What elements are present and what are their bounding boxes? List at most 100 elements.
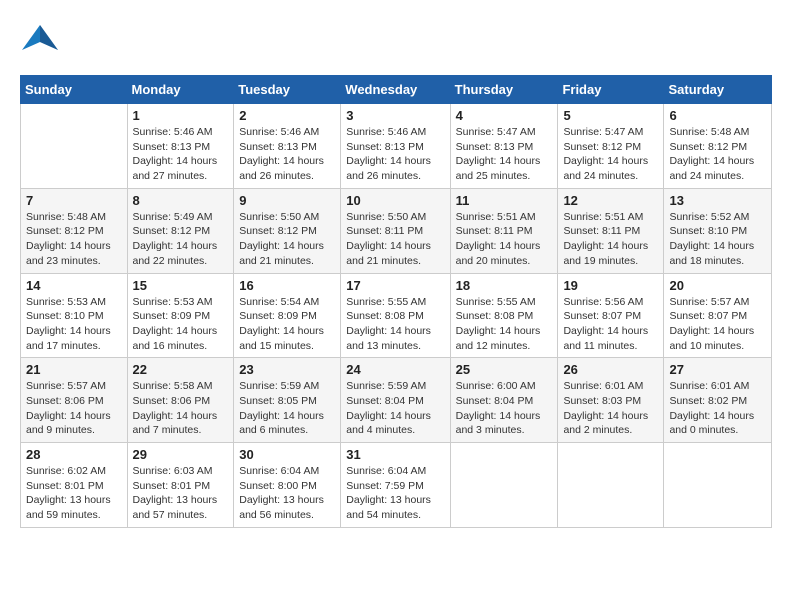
calendar-cell: 8Sunrise: 5:49 AMSunset: 8:12 PMDaylight… (127, 188, 234, 273)
page-header (20, 20, 772, 65)
day-info: Sunrise: 6:02 AMSunset: 8:01 PMDaylight:… (26, 464, 122, 523)
day-info: Sunrise: 6:03 AMSunset: 8:01 PMDaylight:… (133, 464, 229, 523)
day-info: Sunrise: 5:51 AMSunset: 8:11 PMDaylight:… (456, 210, 553, 269)
day-info: Sunrise: 5:48 AMSunset: 8:12 PMDaylight:… (26, 210, 122, 269)
calendar-header-tuesday: Tuesday (234, 76, 341, 104)
calendar-cell: 7 Sunrise: 5:48 AMSunset: 8:12 PMDaylight… (21, 188, 128, 273)
calendar-cell: 19 Sunrise: 5:56 AMSunset: 8:07 PMDayligh… (558, 273, 664, 358)
day-number: 12 (563, 193, 658, 208)
calendar-cell: 17 Sunrise: 5:55 AMSunset: 8:08 PMDayligh… (341, 273, 450, 358)
day-info: Sunrise: 5:57 AMSunset: 8:07 PMDaylight:… (669, 295, 766, 354)
day-info: Sunrise: 5:55 AMSunset: 8:08 PMDaylight:… (346, 295, 444, 354)
calendar-cell: 1 Sunrise: 5:46 AMSunset: 8:13 PMDaylight… (127, 104, 234, 189)
day-info: Sunrise: 6:04 AMSunset: 8:00 PMDaylight:… (239, 464, 335, 523)
day-info: Sunrise: 6:04 AMSunset: 7:59 PMDaylight:… (346, 464, 444, 523)
day-info: Sunrise: 5:50 AMSunset: 8:11 PMDaylight:… (346, 210, 444, 269)
calendar-cell: 29 Sunrise: 6:03 AMSunset: 8:01 PMDayligh… (127, 443, 234, 528)
day-number: 20 (669, 278, 766, 293)
calendar-cell: 5Sunrise: 5:47 AMSunset: 8:12 PMDaylight… (558, 104, 664, 189)
day-number: 7 (26, 193, 122, 208)
day-info: Sunrise: 5:46 AMSunset: 8:13 PMDaylight:… (239, 125, 335, 184)
day-info: Sunrise: 5:59 AMSunset: 8:05 PMDaylight:… (239, 379, 335, 438)
day-number: 13 (669, 193, 766, 208)
calendar-cell: 2 Sunrise: 5:46 AMSunset: 8:13 PMDaylight… (234, 104, 341, 189)
calendar-cell: 3 Sunrise: 5:46 AMSunset: 8:13 PMDaylight… (341, 104, 450, 189)
day-info: Sunrise: 6:01 AMSunset: 8:03 PMDaylight:… (563, 379, 658, 438)
day-number: 9 (239, 193, 335, 208)
calendar-week-row: 28 Sunrise: 6:02 AMSunset: 8:01 PMDayligh… (21, 443, 772, 528)
day-info: Sunrise: 5:46 AMSunset: 8:13 PMDaylight:… (346, 125, 444, 184)
logo-icon (20, 20, 60, 65)
day-number: 1 (133, 108, 229, 123)
day-number: 3 (346, 108, 444, 123)
day-number: 31 (346, 447, 444, 462)
day-info: Sunrise: 5:51 AMSunset: 8:11 PMDaylight:… (563, 210, 658, 269)
calendar-cell (21, 104, 128, 189)
day-number: 4 (456, 108, 553, 123)
calendar-header-sunday: Sunday (21, 76, 128, 104)
day-number: 17 (346, 278, 444, 293)
day-number: 19 (563, 278, 658, 293)
day-number: 26 (563, 362, 658, 377)
calendar-cell: 31 Sunrise: 6:04 AMSunset: 7:59 PMDayligh… (341, 443, 450, 528)
day-info: Sunrise: 5:57 AMSunset: 8:06 PMDaylight:… (26, 379, 122, 438)
calendar-cell: 10 Sunrise: 5:50 AMSunset: 8:11 PMDayligh… (341, 188, 450, 273)
calendar-header-friday: Friday (558, 76, 664, 104)
calendar-cell: 16Sunrise: 5:54 AMSunset: 8:09 PMDayligh… (234, 273, 341, 358)
day-number: 22 (133, 362, 229, 377)
day-info: Sunrise: 6:01 AMSunset: 8:02 PMDaylight:… (669, 379, 766, 438)
calendar-header-thursday: Thursday (450, 76, 558, 104)
day-number: 10 (346, 193, 444, 208)
calendar-cell: 22Sunrise: 5:58 AMSunset: 8:06 PMDayligh… (127, 358, 234, 443)
day-number: 18 (456, 278, 553, 293)
day-info: Sunrise: 5:56 AMSunset: 8:07 PMDaylight:… (563, 295, 658, 354)
calendar-cell: 9 Sunrise: 5:50 AMSunset: 8:12 PMDaylight… (234, 188, 341, 273)
day-number: 25 (456, 362, 553, 377)
calendar-cell: 11 Sunrise: 5:51 AMSunset: 8:11 PMDayligh… (450, 188, 558, 273)
day-number: 8 (133, 193, 229, 208)
day-info: Sunrise: 5:53 AMSunset: 8:10 PMDaylight:… (26, 295, 122, 354)
day-number: 24 (346, 362, 444, 377)
calendar-week-row: 1 Sunrise: 5:46 AMSunset: 8:13 PMDaylight… (21, 104, 772, 189)
calendar-cell: 15 Sunrise: 5:53 AMSunset: 8:09 PMDayligh… (127, 273, 234, 358)
day-number: 5 (563, 108, 658, 123)
calendar-header-saturday: Saturday (664, 76, 772, 104)
day-info: Sunrise: 5:52 AMSunset: 8:10 PMDaylight:… (669, 210, 766, 269)
calendar-table: SundayMondayTuesdayWednesdayThursdayFrid… (20, 75, 772, 528)
calendar-week-row: 14 Sunrise: 5:53 AMSunset: 8:10 PMDayligh… (21, 273, 772, 358)
day-number: 30 (239, 447, 335, 462)
calendar-cell: 27 Sunrise: 6:01 AMSunset: 8:02 PMDayligh… (664, 358, 772, 443)
calendar-header-wednesday: Wednesday (341, 76, 450, 104)
calendar-week-row: 7 Sunrise: 5:48 AMSunset: 8:12 PMDaylight… (21, 188, 772, 273)
calendar-cell: 24 Sunrise: 5:59 AMSunset: 8:04 PMDayligh… (341, 358, 450, 443)
day-number: 2 (239, 108, 335, 123)
day-info: Sunrise: 5:50 AMSunset: 8:12 PMDaylight:… (239, 210, 335, 269)
calendar-cell (450, 443, 558, 528)
calendar-cell (558, 443, 664, 528)
calendar-week-row: 21Sunrise: 5:57 AMSunset: 8:06 PMDayligh… (21, 358, 772, 443)
calendar-cell: 26 Sunrise: 6:01 AMSunset: 8:03 PMDayligh… (558, 358, 664, 443)
day-number: 15 (133, 278, 229, 293)
day-info: Sunrise: 5:53 AMSunset: 8:09 PMDaylight:… (133, 295, 229, 354)
day-number: 27 (669, 362, 766, 377)
day-info: Sunrise: 6:00 AMSunset: 8:04 PMDaylight:… (456, 379, 553, 438)
day-info: Sunrise: 5:47 AMSunset: 8:13 PMDaylight:… (456, 125, 553, 184)
day-number: 11 (456, 193, 553, 208)
calendar-header-row: SundayMondayTuesdayWednesdayThursdayFrid… (21, 76, 772, 104)
day-number: 14 (26, 278, 122, 293)
calendar-cell: 18 Sunrise: 5:55 AMSunset: 8:08 PMDayligh… (450, 273, 558, 358)
calendar-cell: 14 Sunrise: 5:53 AMSunset: 8:10 PMDayligh… (21, 273, 128, 358)
calendar-cell: 4 Sunrise: 5:47 AMSunset: 8:13 PMDaylight… (450, 104, 558, 189)
calendar-cell: 28 Sunrise: 6:02 AMSunset: 8:01 PMDayligh… (21, 443, 128, 528)
calendar-header-monday: Monday (127, 76, 234, 104)
day-info: Sunrise: 5:46 AMSunset: 8:13 PMDaylight:… (133, 125, 229, 184)
day-info: Sunrise: 5:59 AMSunset: 8:04 PMDaylight:… (346, 379, 444, 438)
day-info: Sunrise: 5:54 AMSunset: 8:09 PMDaylight:… (239, 295, 335, 354)
day-number: 6 (669, 108, 766, 123)
day-number: 28 (26, 447, 122, 462)
day-info: Sunrise: 5:48 AMSunset: 8:12 PMDaylight:… (669, 125, 766, 184)
day-info: Sunrise: 5:55 AMSunset: 8:08 PMDaylight:… (456, 295, 553, 354)
day-number: 29 (133, 447, 229, 462)
calendar-cell: 20 Sunrise: 5:57 AMSunset: 8:07 PMDayligh… (664, 273, 772, 358)
day-number: 23 (239, 362, 335, 377)
